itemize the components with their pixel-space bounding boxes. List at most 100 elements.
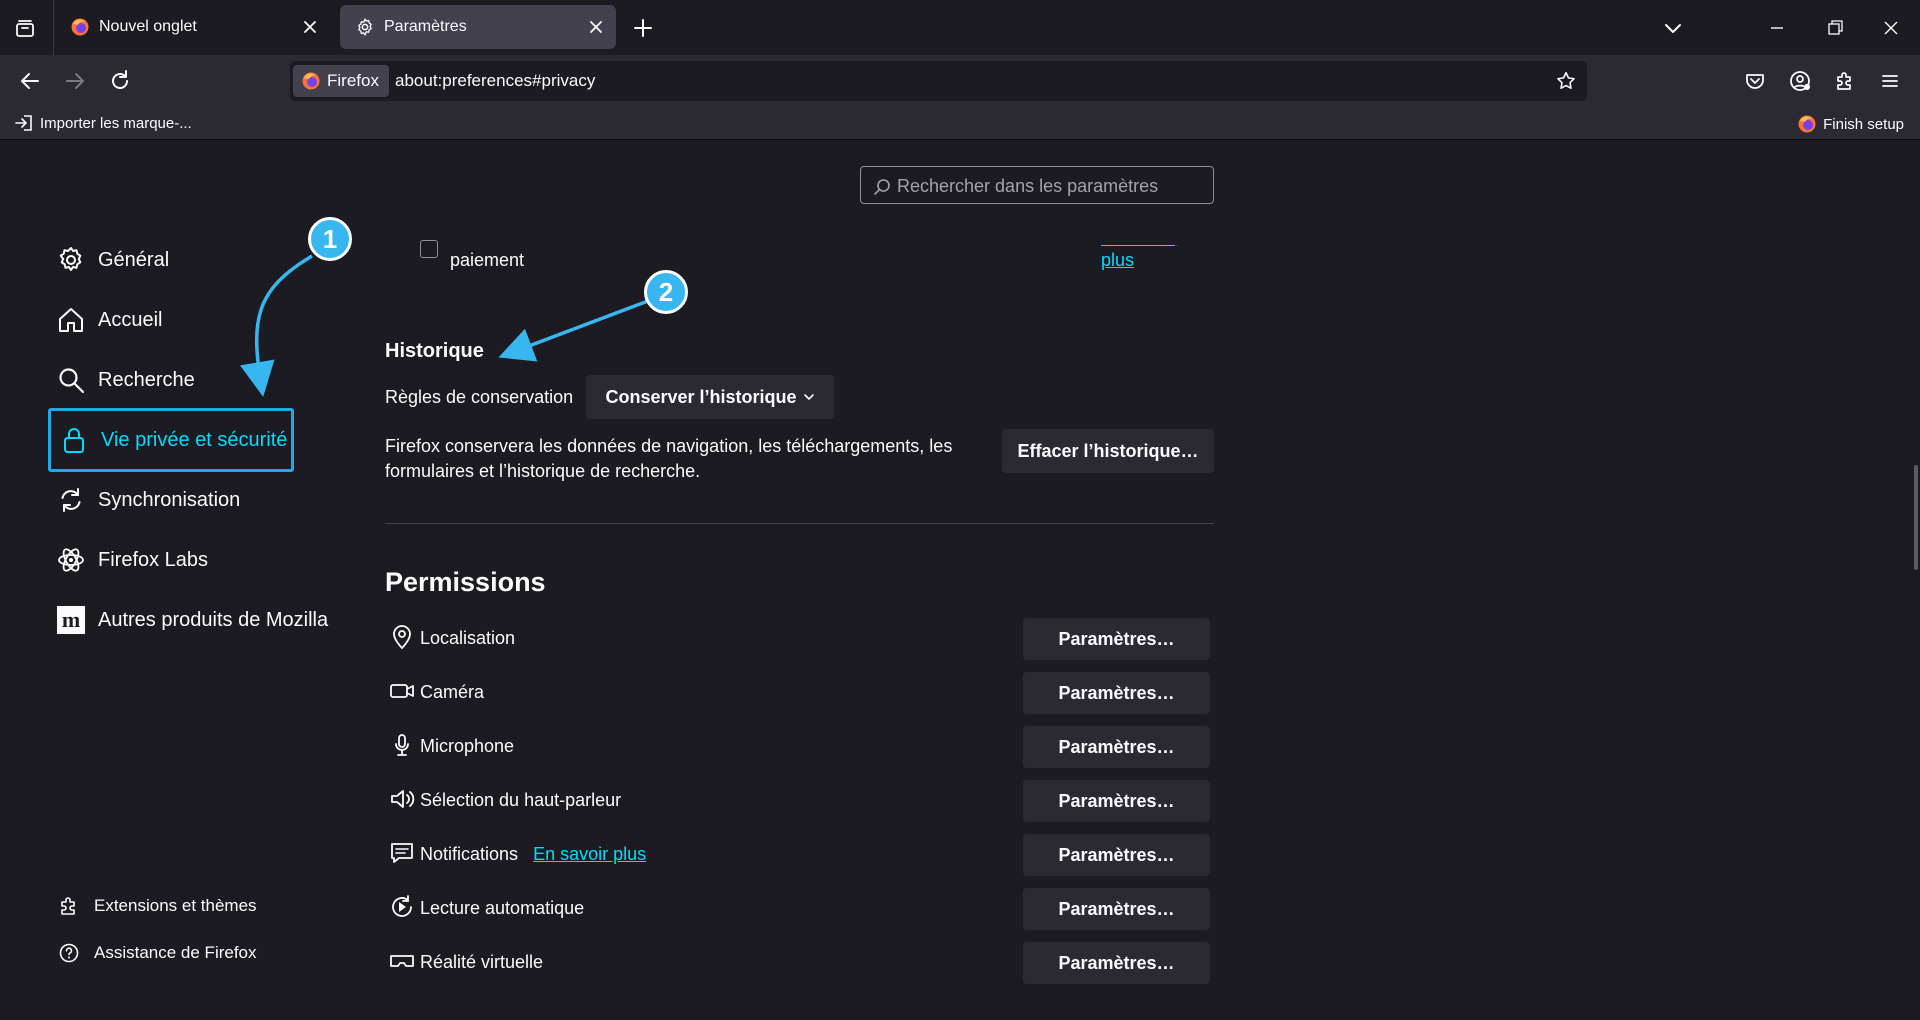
- category-label: Général: [98, 248, 170, 271]
- category-label: Vie privée et sécurité: [101, 428, 288, 451]
- category-label: Accueil: [98, 308, 163, 331]
- list-all-tabs-chevron-icon[interactable]: [1662, 17, 1684, 39]
- tabstrip-separator: [53, 0, 54, 55]
- category-home[interactable]: Accueil: [56, 300, 162, 340]
- minimize-window-icon[interactable]: [1766, 17, 1788, 39]
- permission-row-microphone: Microphone Paramètres…: [385, 726, 1215, 768]
- close-tab-icon[interactable]: [300, 17, 320, 37]
- account-icon[interactable]: [1787, 68, 1813, 94]
- url-bar[interactable]: Firefox about:preferences#privacy: [290, 61, 1587, 101]
- vr-settings-button[interactable]: Paramètres…: [1023, 942, 1210, 984]
- category-mozilla-products[interactable]: m Autres produits de Mozilla: [56, 600, 328, 640]
- annotation-badge-1: 1: [308, 217, 352, 261]
- gear-icon: [358, 18, 372, 36]
- category-sync[interactable]: Synchronisation: [56, 480, 240, 520]
- identity-box[interactable]: Firefox: [293, 65, 389, 97]
- lock-icon: [64, 428, 84, 453]
- speaker-settings-button[interactable]: Paramètres…: [1023, 780, 1210, 822]
- extensions-puzzle-icon[interactable]: [1832, 68, 1858, 94]
- location-settings-button[interactable]: Paramètres…: [1023, 618, 1210, 660]
- search-icon: [874, 179, 890, 195]
- pocket-icon[interactable]: [1742, 68, 1768, 94]
- permission-label: Réalité virtuelle: [420, 952, 544, 972]
- settings-search-box[interactable]: [860, 166, 1214, 205]
- forward-arrow-icon[interactable]: [62, 68, 88, 94]
- new-tab-plus-icon[interactable]: [632, 17, 654, 39]
- gear-icon: [59, 247, 82, 271]
- restore-window-icon[interactable]: [1824, 17, 1846, 39]
- settings-search-input[interactable]: [895, 167, 1199, 205]
- permission-row-speaker: Sélection du haut-parleur Paramètres…: [385, 780, 1215, 822]
- footer-label: Extensions et thèmes: [94, 896, 257, 915]
- permission-label: Notifications En savoir plus: [420, 844, 646, 865]
- svg-text:m: m: [62, 607, 80, 632]
- permission-label: Sélection du haut-parleur: [420, 790, 622, 810]
- atom-icon: [58, 548, 84, 572]
- category-firefox-labs[interactable]: Firefox Labs: [56, 540, 208, 580]
- back-arrow-icon[interactable]: [17, 68, 43, 94]
- search-icon: [59, 368, 85, 394]
- close-window-icon[interactable]: [1880, 17, 1902, 39]
- home-icon: [59, 308, 83, 332]
- permission-label: Caméra: [420, 682, 485, 702]
- bookmark-star-icon[interactable]: [1555, 70, 1577, 92]
- import-icon: [15, 115, 32, 131]
- tab-settings[interactable]: Paramètres: [340, 5, 616, 49]
- microphone-icon: [395, 734, 409, 756]
- tab-label: Nouvel onglet: [99, 18, 197, 35]
- speaker-icon: [391, 790, 415, 808]
- tab-new-tab[interactable]: Nouvel onglet: [55, 5, 330, 49]
- notifications-learn-more-link[interactable]: En savoir plus: [533, 844, 646, 864]
- permission-row-autoplay: Lecture automatique Paramètres…: [385, 888, 1215, 930]
- history-retention-dropdown[interactable]: Conserver l’historique: [586, 375, 834, 419]
- camera-settings-button[interactable]: Paramètres…: [1023, 672, 1210, 714]
- finish-setup-label: Finish setup: [1823, 115, 1904, 133]
- sidebar-extensions-themes[interactable]: Extensions et thèmes: [58, 895, 257, 917]
- learn-more-link[interactable]: plus: [1101, 250, 1134, 271]
- category-privacy-security[interactable]: Vie privée et sécurité: [48, 408, 294, 472]
- firefox-logo-icon: [1798, 115, 1816, 133]
- firefox-logo-icon: [302, 72, 320, 90]
- notifications-settings-button[interactable]: Paramètres…: [1023, 834, 1210, 876]
- permission-row-camera: Caméra Paramètres…: [385, 672, 1215, 714]
- history-description: Firefox conservera les données de naviga…: [385, 436, 953, 481]
- payment-checkbox[interactable]: [420, 240, 438, 258]
- permission-label: Microphone: [420, 736, 515, 756]
- microphone-settings-button[interactable]: Paramètres…: [1023, 726, 1210, 768]
- category-label: Recherche: [98, 368, 195, 391]
- chevron-down-icon: [803, 394, 814, 400]
- tab-overview-icon[interactable]: [14, 17, 36, 39]
- notification-icon: [391, 843, 413, 863]
- category-search[interactable]: Recherche: [56, 360, 195, 400]
- hamburger-menu-icon[interactable]: [1877, 68, 1903, 94]
- history-retention-label: Règles de conservation: [385, 387, 574, 407]
- url-text[interactable]: about:preferences#privacy: [395, 71, 595, 91]
- mozilla-m-icon: m: [57, 606, 85, 634]
- close-tab-icon[interactable]: [586, 17, 606, 37]
- permission-row-location: Localisation Paramètres…: [385, 618, 1215, 660]
- footer-label: Assistance de Firefox: [94, 943, 257, 962]
- sync-icon: [61, 488, 81, 512]
- finish-setup-button[interactable]: Finish setup: [1797, 114, 1904, 134]
- identity-label: Firefox: [327, 71, 379, 90]
- category-general[interactable]: Général: [56, 240, 169, 280]
- permission-label: Localisation: [420, 628, 516, 648]
- autoplay-settings-button[interactable]: Paramètres…: [1023, 888, 1210, 930]
- location-pin-icon: [393, 625, 411, 650]
- bookmarks-toolbar: Importer les marque-... Finish setup: [0, 107, 1920, 140]
- sidebar-firefox-support[interactable]: Assistance de Firefox: [58, 942, 257, 964]
- clear-history-button[interactable]: Effacer l’historique…: [1002, 429, 1214, 473]
- permissions-heading: Permissions: [385, 567, 546, 597]
- category-label: Autres produits de Mozilla: [98, 608, 329, 631]
- permission-row-notifications: Notifications En savoir plus Paramètres…: [385, 834, 1215, 876]
- reload-icon[interactable]: [107, 68, 133, 94]
- import-bookmarks-button[interactable]: Importer les marque-...: [14, 114, 192, 132]
- camera-icon: [390, 684, 414, 698]
- firefox-logo-icon: [71, 18, 89, 36]
- payment-option-text: paiement: [450, 250, 525, 270]
- category-label: Firefox Labs: [98, 548, 209, 571]
- tab-label: Paramètres: [384, 18, 467, 35]
- page-scrollbar-thumb[interactable]: [1914, 465, 1918, 570]
- section-divider: [385, 523, 1214, 524]
- learn-more-link-underline: [1101, 245, 1175, 246]
